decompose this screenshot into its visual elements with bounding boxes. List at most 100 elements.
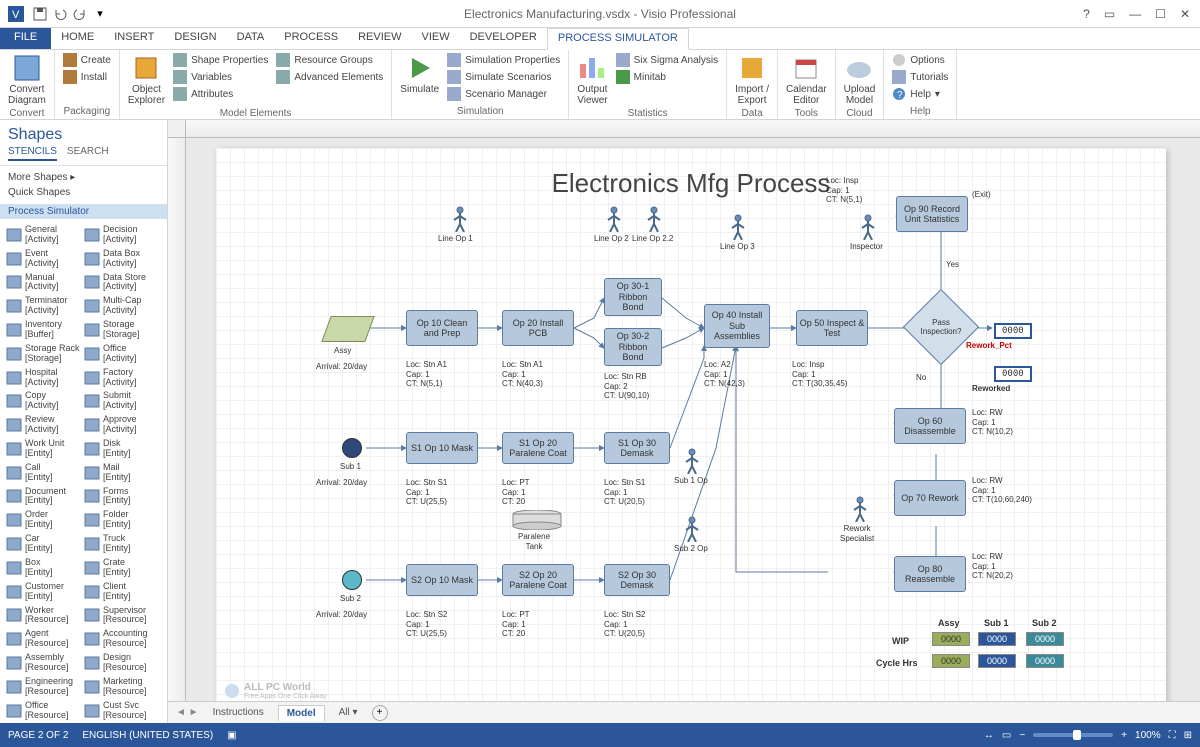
op-30-1[interactable]: Op 30-1 Ribbon Bond bbox=[604, 278, 662, 316]
person-icon[interactable] bbox=[852, 496, 868, 522]
sheet-model[interactable]: Model bbox=[278, 705, 325, 721]
zoom-level[interactable]: 100% bbox=[1135, 730, 1161, 741]
stencil-item[interactable]: Mail [Entity] bbox=[82, 461, 160, 485]
sheet-all[interactable]: All ▾ bbox=[331, 705, 366, 720]
maximize-icon[interactable]: ☐ bbox=[1155, 7, 1166, 21]
resource-groups-button[interactable]: Resource Groups bbox=[274, 52, 385, 68]
person-icon[interactable] bbox=[452, 206, 468, 232]
sub2-source[interactable] bbox=[342, 570, 362, 590]
stencil-item[interactable]: Cust Svc [Resource] bbox=[82, 699, 160, 723]
s1-op-30[interactable]: S1 Op 30 Demask bbox=[604, 432, 670, 464]
ribbon-toggle-icon[interactable]: ▭ bbox=[1104, 7, 1115, 21]
stencil-item[interactable]: Disk [Entity] bbox=[82, 437, 160, 461]
active-stencil[interactable]: Process Simulator bbox=[0, 204, 167, 219]
install-button[interactable]: Install bbox=[61, 69, 113, 85]
s2-op-10[interactable]: S2 Op 10 Mask bbox=[406, 564, 478, 596]
stencil-item[interactable]: Customer [Entity] bbox=[4, 580, 82, 604]
person-icon[interactable] bbox=[684, 516, 700, 542]
simulate-button[interactable]: Simulate bbox=[398, 52, 441, 97]
macro-record-icon[interactable]: ▣ bbox=[227, 730, 236, 741]
sub1-source[interactable] bbox=[342, 438, 362, 458]
stencil-item[interactable]: Inventory [Buffer] bbox=[4, 318, 82, 342]
op-60[interactable]: Op 60 Disassemble bbox=[894, 408, 966, 444]
stencil-item[interactable]: Approve [Activity] bbox=[82, 413, 160, 437]
tab-data[interactable]: DATA bbox=[227, 28, 275, 49]
tutorials-button[interactable]: Tutorials bbox=[890, 69, 950, 85]
op-40[interactable]: Op 40 Install Sub Assemblies bbox=[704, 304, 770, 348]
op-70[interactable]: Op 70 Rework bbox=[894, 480, 966, 516]
stencil-item[interactable]: Manual [Activity] bbox=[4, 271, 82, 295]
create-button[interactable]: Create bbox=[61, 52, 113, 68]
stencil-item[interactable]: Forms [Entity] bbox=[82, 485, 160, 509]
op-20[interactable]: Op 20 Install PCB bbox=[502, 310, 574, 346]
help-button[interactable]: ?Help▾ bbox=[890, 86, 950, 102]
stencil-item[interactable]: Engineering [Resource] bbox=[4, 675, 82, 699]
stencil-item[interactable]: Design [Resource] bbox=[82, 651, 160, 675]
stencil-item[interactable]: Accounting [Resource] bbox=[82, 627, 160, 651]
stencil-item[interactable]: Car [Entity] bbox=[4, 532, 82, 556]
stencil-item[interactable]: Call [Entity] bbox=[4, 461, 82, 485]
stencil-item[interactable]: Assembly [Resource] bbox=[4, 651, 82, 675]
tab-insert[interactable]: INSERT bbox=[104, 28, 164, 49]
stencil-item[interactable]: Supervisor [Resource] bbox=[82, 604, 160, 628]
stencil-item[interactable]: Review [Activity] bbox=[4, 413, 82, 437]
stencil-item[interactable]: Worker [Resource] bbox=[4, 604, 82, 628]
stencil-item[interactable]: Crate [Entity] bbox=[82, 556, 160, 580]
simulate-scenarios-button[interactable]: Simulate Scenarios bbox=[445, 69, 562, 85]
canvas-viewport[interactable]: Electronics Mfg Process bbox=[186, 138, 1200, 701]
op-90[interactable]: Op 90 Record Unit Statistics bbox=[896, 196, 968, 232]
stencil-item[interactable]: Office [Activity] bbox=[82, 342, 160, 366]
shape-properties-button[interactable]: Shape Properties bbox=[171, 52, 270, 68]
person-icon[interactable] bbox=[606, 206, 622, 232]
stencil-list[interactable]: General [Activity]Decision [Activity]Eve… bbox=[0, 219, 167, 723]
redo-icon[interactable] bbox=[72, 6, 88, 22]
s1-op-20[interactable]: S1 Op 20 Paralene Coat bbox=[502, 432, 574, 464]
stencil-item[interactable]: Client [Entity] bbox=[82, 580, 160, 604]
qat-dropdown-icon[interactable]: ▾ bbox=[92, 6, 108, 22]
view-width-icon[interactable]: ↔ bbox=[984, 730, 994, 741]
person-icon[interactable] bbox=[684, 448, 700, 474]
stencil-item[interactable]: Terminator [Activity] bbox=[4, 294, 82, 318]
view-page-icon[interactable]: ▭ bbox=[1002, 730, 1011, 741]
stencil-item[interactable]: Work Unit [Entity] bbox=[4, 437, 82, 461]
fit-page-icon[interactable]: ⛶ bbox=[1169, 730, 1176, 741]
op-10[interactable]: Op 10 Clean and Prep bbox=[406, 310, 478, 346]
close-icon[interactable]: ✕ bbox=[1180, 7, 1190, 21]
tab-review[interactable]: REVIEW bbox=[348, 28, 411, 49]
output-viewer-button[interactable]: Output Viewer bbox=[575, 52, 609, 108]
shapes-tab-search[interactable]: SEARCH bbox=[67, 146, 109, 161]
stencil-item[interactable]: Office [Resource] bbox=[4, 699, 82, 723]
tab-design[interactable]: DESIGN bbox=[164, 28, 226, 49]
stencil-item[interactable]: Hospital [Activity] bbox=[4, 366, 82, 390]
person-icon[interactable] bbox=[646, 206, 662, 232]
person-icon[interactable] bbox=[860, 214, 876, 240]
quick-shapes-link[interactable]: Quick Shapes bbox=[8, 185, 159, 200]
tab-process[interactable]: PROCESS bbox=[274, 28, 348, 49]
stencil-item[interactable]: Agent [Resource] bbox=[4, 627, 82, 651]
stencil-item[interactable]: Data Box [Activity] bbox=[82, 247, 160, 271]
variables-button[interactable]: Variables bbox=[171, 69, 270, 85]
stencil-item[interactable]: Box [Entity] bbox=[4, 556, 82, 580]
minimize-icon[interactable]: — bbox=[1129, 7, 1141, 21]
stencil-item[interactable]: Document [Entity] bbox=[4, 485, 82, 509]
tab-developer[interactable]: DEVELOPER bbox=[460, 28, 547, 49]
tab-process-simulator[interactable]: PROCESS SIMULATOR bbox=[547, 28, 689, 50]
stencil-item[interactable]: Decision [Activity] bbox=[82, 223, 160, 247]
stencil-item[interactable]: Event [Activity] bbox=[4, 247, 82, 271]
stencil-item[interactable]: Copy [Activity] bbox=[4, 389, 82, 413]
six-sigma-button[interactable]: Six Sigma Analysis bbox=[614, 52, 720, 68]
object-explorer-button[interactable]: Object Explorer bbox=[126, 52, 167, 108]
tab-file[interactable]: FILE bbox=[0, 28, 51, 49]
stencil-item[interactable]: General [Activity] bbox=[4, 223, 82, 247]
scenario-manager-button[interactable]: Scenario Manager bbox=[445, 86, 562, 102]
zoom-out-icon[interactable]: − bbox=[1019, 730, 1025, 741]
stencil-item[interactable]: Truck [Entity] bbox=[82, 532, 160, 556]
pan-icon[interactable]: ⊞ bbox=[1184, 730, 1192, 741]
stencil-item[interactable]: Multi-Cap [Activity] bbox=[82, 294, 160, 318]
stencil-item[interactable]: Submit [Activity] bbox=[82, 389, 160, 413]
s1-op-10[interactable]: S1 Op 10 Mask bbox=[406, 432, 478, 464]
calendar-editor-button[interactable]: Calendar Editor bbox=[784, 52, 829, 108]
stencil-item[interactable]: Packaging [Resource] bbox=[4, 722, 82, 723]
minitab-button[interactable]: Minitab bbox=[614, 69, 720, 85]
stencil-item[interactable]: Factory [Activity] bbox=[82, 366, 160, 390]
